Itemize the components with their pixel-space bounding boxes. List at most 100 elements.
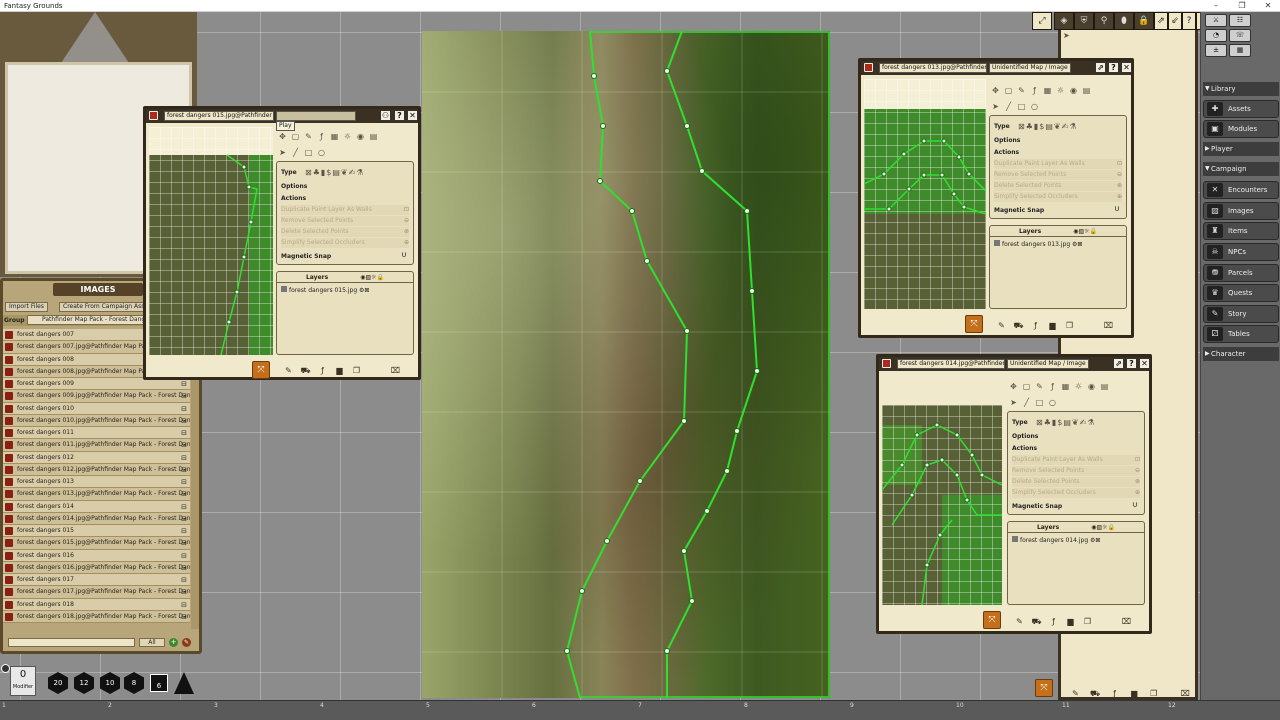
edit-list-button[interactable]: ✎ [182,638,191,647]
d10-die-icon[interactable]: 10 [100,672,120,694]
trash-icon[interactable]: ⌧ [1100,321,1117,330]
table-icon[interactable]: ▤ [367,131,380,143]
minimize-button[interactable]: – [1204,0,1228,12]
lock-icon[interactable]: 🔒 [1134,12,1154,30]
close-icon[interactable]: ✕ [407,110,418,121]
layer-item[interactable]: forest dangers 014.jpg ⚙⊠ [1012,536,1140,545]
lock-icon[interactable]: ⊟ [181,525,187,536]
image-preview-013[interactable] [864,79,986,309]
library-section[interactable]: ▼ Library [1203,82,1279,96]
circle-icon[interactable]: ○ [1046,397,1059,409]
lock-icon[interactable]: ⊟ [181,611,187,622]
d12-die-icon[interactable]: 12 [74,672,94,694]
light-icon[interactable]: ☼ [1072,381,1085,393]
brush-icon[interactable]: ✎ [302,131,315,143]
image-tab-015[interactable]: forest dangers 015.jpg@Pathfinder M [164,111,274,121]
image-list-item[interactable]: forest dangers 012 ⊟ [3,451,190,464]
mask-icon[interactable]: ◈ [1054,12,1074,30]
move-icon[interactable]: ✥ [1007,381,1020,393]
duplicate-layer-action[interactable]: Duplicate Paint Layer As Walls ⊡ [281,205,409,215]
grid-icon[interactable]: ▦ [1041,85,1054,97]
images-filter-input[interactable] [8,638,135,647]
fx-tool-icon[interactable]: ƒ [314,366,331,375]
image-list-item[interactable]: forest dangers 011 ⊟ [3,427,190,440]
image-list-item[interactable]: forest dangers 015.jpg@Pathfinder Map Pa… [3,537,190,550]
pencil-tool-icon[interactable]: ✎ [993,321,1010,330]
square-icon[interactable]: □ [302,147,315,159]
lock-icon[interactable]: ⊟ [181,574,187,585]
simplify-occluders-action[interactable]: Simplify Selected Occluders ⊕ [1012,488,1140,498]
sidebar-item-npcs[interactable]: ☠ NPCs [1203,243,1279,261]
main-map-image[interactable] [422,31,830,698]
sidebar-item-modules[interactable]: ▣ Modules [1203,120,1279,138]
maximize-button[interactable]: ❐ [1230,0,1254,12]
duplicate-layer-action[interactable]: Duplicate Paint Layer As Walls ⊡ [1012,455,1140,465]
trash-icon[interactable]: ⌧ [387,366,404,375]
image-list-item[interactable]: forest dangers 018 ⊟ [3,598,190,611]
pointer-icon[interactable]: ➤ [276,147,289,159]
brush-icon[interactable]: ✎ [1015,85,1028,97]
cart-tool-icon[interactable]: ⛟ [297,366,314,376]
image-list-item[interactable]: forest dangers 018.jpg@Pathfinder Map Pa… [3,610,190,623]
share-icon[interactable]: ⚇ [380,110,391,121]
lock-icon[interactable]: ⊟ [181,586,187,597]
sidebar-item-tables[interactable]: ⚂ Tables [1203,325,1279,343]
light-icon[interactable]: ☼ [1054,85,1067,97]
light-icon[interactable]: ☼ [341,131,354,143]
layer-item[interactable]: forest dangers 015.jpg ⚙⊠ [281,286,409,295]
delete-points-action[interactable]: Delete Selected Points ⊗ [994,181,1122,191]
trash-icon[interactable]: ⌧ [1118,617,1135,626]
character-section[interactable]: ▶ Character [1203,347,1279,361]
fx-icon[interactable]: ƒ [1046,381,1059,393]
group-select[interactable]: Pathfinder Map Pack - Forest Dangers.m [27,315,147,325]
remove-points-action[interactable]: Remove Selected Points ⊖ [281,216,409,226]
image-list-item[interactable]: forest dangers 010 ⊟ [3,402,190,415]
calendar-icon[interactable]: ▦ [1229,44,1251,57]
filter-all-button[interactable]: All [139,638,165,647]
image-list-item[interactable]: forest dangers 013 ⊟ [3,476,190,489]
circle-icon[interactable]: ○ [1028,101,1041,113]
folder-icon[interactable]: ▆ [1044,321,1061,330]
magnet-icon[interactable]: ∪ [1114,204,1120,213]
campaign-section[interactable]: ▼ Campaign [1203,162,1279,176]
remove-points-action[interactable]: Remove Selected Points ⊖ [994,170,1122,180]
sidebar-item-assets[interactable]: ✚ Assets [1203,100,1279,118]
chat-icon[interactable]: ☏ [1229,29,1251,42]
sidebar-item-story[interactable]: ✎ Story [1203,305,1279,323]
eye-icon[interactable]: ◉ [354,131,367,143]
move-icon[interactable]: ✥ [989,85,1002,97]
lock-icon[interactable]: ⊟ [181,439,187,450]
brush-icon[interactable]: ✎ [1033,381,1046,393]
copy-icon[interactable]: ❐ [1061,321,1078,330]
import-files-button[interactable]: Import Files [5,302,48,312]
help-icon[interactable]: ? [1126,358,1137,369]
table-icon[interactable]: ▤ [1080,85,1093,97]
image-list-item[interactable]: forest dangers 017 ⊟ [3,574,190,587]
image-list-item[interactable]: forest dangers 015 ⊟ [3,525,190,538]
square-icon[interactable]: □ [1033,397,1046,409]
lock-icon[interactable]: ⊟ [181,452,187,463]
image-tab-014[interactable]: forest dangers 014.jpg@Pathfinder M [897,359,1005,369]
image-list-item[interactable]: forest dangers 011.jpg@Pathfinder Map Pa… [3,439,190,452]
drop-icon[interactable]: ⬮ [1114,12,1134,30]
lock-icon[interactable]: ⊟ [181,562,187,573]
secondary-tab[interactable] [276,111,356,121]
page-icon[interactable]: ▢ [1020,381,1033,393]
lock-icon[interactable]: ⊟ [181,599,187,610]
lock-icon[interactable]: ⊟ [181,488,187,499]
image-list-item[interactable]: forest dangers 010.jpg@Pathfinder Map Pa… [3,414,190,427]
delete-points-action[interactable]: Delete Selected Points ⊗ [281,227,409,237]
image-record-icon[interactable] [882,359,891,368]
magnet-icon[interactable]: ∪ [401,250,407,259]
move-icon[interactable]: ✥ [276,131,289,143]
layer-item[interactable]: forest dangers 013.jpg ⚙⊠ [994,240,1122,249]
drag-image-icon[interactable]: ⤧ [965,315,983,333]
image-window-013[interactable]: forest dangers 013.jpg@Pathfinder M Unid… [858,58,1134,338]
swords-icon[interactable]: ⚔ [1205,14,1227,27]
line-icon[interactable]: ╱ [1020,397,1033,409]
image-list-item[interactable]: forest dangers 014.jpg@Pathfinder Map Pa… [3,512,190,525]
table-icon[interactable]: ▤ [1098,381,1111,393]
page-icon[interactable]: ▢ [1002,85,1015,97]
lock-icon[interactable]: ⊟ [181,427,187,438]
lock-icon[interactable]: ⊟ [181,501,187,512]
